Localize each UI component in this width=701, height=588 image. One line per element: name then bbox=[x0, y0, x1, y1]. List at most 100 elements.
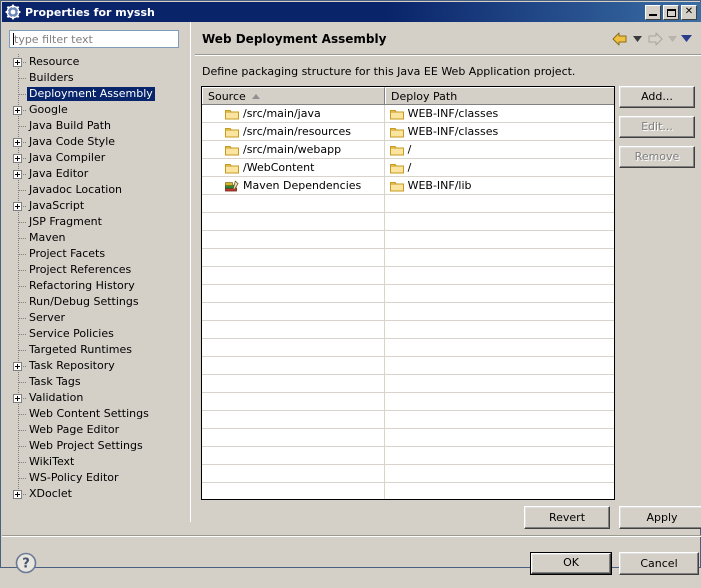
sidebar-item-validation[interactable]: Validation bbox=[2, 390, 190, 406]
apply-button[interactable]: Apply bbox=[619, 506, 701, 529]
maximize-button[interactable] bbox=[663, 5, 679, 20]
table-row-empty[interactable] bbox=[202, 303, 614, 321]
title-bar[interactable]: Properties for myssh ✕ bbox=[2, 2, 701, 22]
minimize-button[interactable] bbox=[645, 5, 661, 20]
sidebar-item-project-references[interactable]: Project References bbox=[2, 262, 190, 278]
sidebar-item-web-project-settings[interactable]: Web Project Settings bbox=[2, 438, 190, 454]
sidebar-item-java-code-style[interactable]: Java Code Style bbox=[2, 134, 190, 150]
column-header-deploy-path[interactable]: Deploy Path bbox=[385, 87, 614, 104]
sidebar-item-refactoring-history[interactable]: Refactoring History bbox=[2, 278, 190, 294]
cell-deploy-path bbox=[385, 321, 614, 338]
cell-source-label: /src/main/webapp bbox=[243, 143, 341, 156]
expand-toggle-icon[interactable] bbox=[10, 390, 27, 406]
sidebar-item-web-content-settings[interactable]: Web Content Settings bbox=[2, 406, 190, 422]
revert-button[interactable]: Revert bbox=[524, 506, 610, 529]
cell-source bbox=[202, 447, 385, 464]
table-row-empty[interactable] bbox=[202, 483, 614, 500]
table-row[interactable]: /src/main/resources WEB-INF/classes bbox=[202, 123, 614, 141]
cell-source bbox=[202, 303, 385, 320]
assembly-table[interactable]: Source Deploy Path /src/main/javaWEB-INF… bbox=[201, 86, 615, 500]
expand-toggle-icon[interactable] bbox=[10, 134, 27, 150]
expand-toggle-icon[interactable] bbox=[10, 150, 27, 166]
expand-toggle-icon[interactable] bbox=[10, 166, 27, 182]
expand-toggle-icon[interactable] bbox=[10, 102, 27, 118]
sidebar-item-java-compiler[interactable]: Java Compiler bbox=[2, 150, 190, 166]
expand-toggle-icon[interactable] bbox=[10, 486, 27, 502]
sidebar-item-builders[interactable]: Builders bbox=[2, 70, 190, 86]
table-row-empty[interactable] bbox=[202, 231, 614, 249]
sidebar-item-task-tags[interactable]: Task Tags bbox=[2, 374, 190, 390]
sidebar-item-server[interactable]: Server bbox=[2, 310, 190, 326]
tree-connector-icon bbox=[10, 118, 27, 134]
table-row-empty[interactable] bbox=[202, 339, 614, 357]
ok-button[interactable]: OK bbox=[530, 552, 612, 575]
cell-source: /src/main/resources bbox=[202, 123, 385, 140]
table-row-empty[interactable] bbox=[202, 195, 614, 213]
sidebar-item-web-page-editor[interactable]: Web Page Editor bbox=[2, 422, 190, 438]
view-menu-icon[interactable] bbox=[681, 32, 692, 46]
table-row-empty[interactable] bbox=[202, 447, 614, 465]
cell-deploy-path bbox=[385, 285, 614, 302]
sidebar-item-resource[interactable]: Resource bbox=[2, 54, 190, 70]
filter-input[interactable]: type filter text bbox=[9, 30, 179, 48]
cell-source: /src/main/webapp bbox=[202, 141, 385, 158]
table-row-empty[interactable] bbox=[202, 465, 614, 483]
table-row[interactable]: /src/main/webapp/ bbox=[202, 141, 614, 159]
sidebar-item-label: Google bbox=[27, 103, 70, 117]
table-row-empty[interactable] bbox=[202, 429, 614, 447]
sidebar-item-javascript[interactable]: JavaScript bbox=[2, 198, 190, 214]
table-row-empty[interactable] bbox=[202, 411, 614, 429]
cancel-button[interactable]: Cancel bbox=[619, 552, 699, 575]
table-row-empty[interactable] bbox=[202, 393, 614, 411]
folder-icon bbox=[390, 126, 404, 138]
sidebar-item-project-facets[interactable]: Project Facets bbox=[2, 246, 190, 262]
edit-button: Edit... bbox=[619, 116, 695, 138]
table-row-empty[interactable] bbox=[202, 249, 614, 267]
cell-deploy-path-label: WEB-INF/classes bbox=[408, 125, 499, 138]
sidebar-item-xdoclet[interactable]: XDoclet bbox=[2, 486, 190, 502]
cell-source: /WebContent bbox=[202, 159, 385, 176]
sidebar-item-java-build-path[interactable]: Java Build Path bbox=[2, 118, 190, 134]
settings-tree[interactable]: ResourceBuildersDeployment AssemblyGoogl… bbox=[2, 54, 190, 522]
cell-deploy-path bbox=[385, 465, 614, 482]
help-icon[interactable]: ? bbox=[15, 552, 37, 574]
sidebar-item-run-debug-settings[interactable]: Run/Debug Settings bbox=[2, 294, 190, 310]
table-row-empty[interactable] bbox=[202, 213, 614, 231]
ok-button-label: OK bbox=[531, 553, 611, 574]
gear-icon bbox=[5, 4, 21, 20]
sidebar-item-google[interactable]: Google bbox=[2, 102, 190, 118]
sidebar-item-service-policies[interactable]: Service Policies bbox=[2, 326, 190, 342]
table-row[interactable]: /src/main/javaWEB-INF/classes bbox=[202, 105, 614, 123]
sidebar-item-ws-policy-editor[interactable]: WS-Policy Editor bbox=[2, 470, 190, 486]
table-row-empty[interactable] bbox=[202, 321, 614, 339]
tree-connector-icon bbox=[10, 182, 27, 198]
sidebar-item-targeted-runtimes[interactable]: Targeted Runtimes bbox=[2, 342, 190, 358]
sidebar-item-jsp-fragment[interactable]: JSP Fragment bbox=[2, 214, 190, 230]
sidebar-item-javadoc-location[interactable]: Javadoc Location bbox=[2, 182, 190, 198]
table-row-empty[interactable] bbox=[202, 285, 614, 303]
add-button[interactable]: Add... bbox=[619, 86, 695, 108]
sidebar-item-maven[interactable]: Maven bbox=[2, 230, 190, 246]
sidebar-item-java-editor[interactable]: Java Editor bbox=[2, 166, 190, 182]
table-row-empty[interactable] bbox=[202, 357, 614, 375]
back-arrow-icon[interactable] bbox=[611, 31, 629, 47]
sidebar-item-deployment-assembly[interactable]: Deployment Assembly bbox=[2, 86, 190, 102]
table-row[interactable]: Maven DependenciesWEB-INF/lib bbox=[202, 177, 614, 195]
column-header-source[interactable]: Source bbox=[202, 87, 385, 104]
sidebar-item-wikitext[interactable]: WikiText bbox=[2, 454, 190, 470]
expand-toggle-icon[interactable] bbox=[10, 198, 27, 214]
table-row[interactable]: /WebContent/ bbox=[202, 159, 614, 177]
expand-toggle-icon[interactable] bbox=[10, 54, 27, 70]
tree-connector-icon bbox=[10, 310, 27, 326]
forward-dropdown-icon bbox=[667, 32, 678, 46]
table-row-empty[interactable] bbox=[202, 375, 614, 393]
close-button[interactable]: ✕ bbox=[681, 5, 697, 20]
expand-toggle-icon[interactable] bbox=[10, 358, 27, 374]
sort-ascending-icon bbox=[252, 94, 260, 99]
cell-deploy-path bbox=[385, 447, 614, 464]
cell-source bbox=[202, 357, 385, 374]
table-row-empty[interactable] bbox=[202, 267, 614, 285]
sidebar-item-task-repository[interactable]: Task Repository bbox=[2, 358, 190, 374]
properties-dialog: Properties for myssh ✕ type filter text … bbox=[0, 0, 701, 568]
back-dropdown-icon[interactable] bbox=[632, 32, 643, 46]
